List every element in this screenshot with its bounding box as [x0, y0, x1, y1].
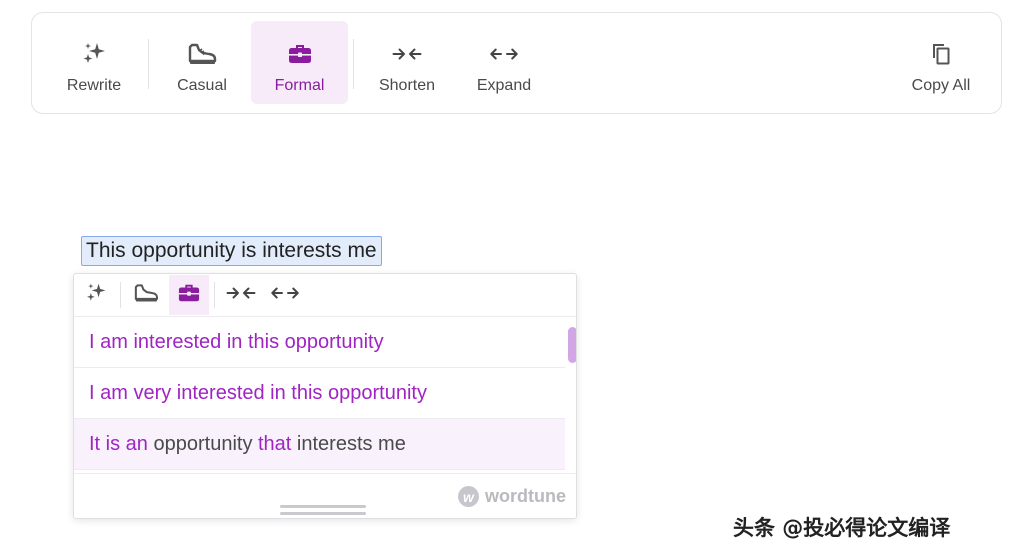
suggestion-changed-text: that	[258, 433, 292, 455]
suggestion-item[interactable]: I am very interested in this opportunity	[74, 368, 565, 419]
suggestion-list: I am interested in this opportunity I am…	[74, 317, 565, 472]
suggestion-item[interactable]: It is an opportunity that interests me	[74, 419, 565, 470]
copy-all-label: Copy All	[911, 77, 971, 94]
scrollbar[interactable]	[565, 317, 576, 472]
popup-footer: w wordtune	[74, 473, 576, 518]
sparkles-icon	[84, 281, 108, 310]
popup-formal-button[interactable]	[169, 275, 209, 315]
suggestion-text: I am interested in this opportunity	[89, 331, 384, 353]
expand-label: Expand	[476, 77, 532, 94]
divider	[214, 282, 215, 308]
wordtune-brand: w wordtune	[458, 486, 566, 507]
selected-text[interactable]: This opportunity is interests me	[81, 236, 382, 266]
popup-expand-button[interactable]	[265, 275, 305, 315]
shorten-arrows-icon	[392, 39, 422, 69]
rewrite-label: Rewrite	[66, 77, 122, 94]
formal-label: Formal	[274, 77, 325, 94]
scrollbar-thumb[interactable]	[568, 327, 576, 363]
formal-button[interactable]: Formal	[251, 21, 348, 104]
divider	[120, 282, 121, 308]
copy-icon	[926, 39, 956, 69]
suggestion-item[interactable]: I am interested in this opportunity	[74, 317, 565, 368]
expand-arrows-icon	[489, 39, 519, 69]
suggestion-text: I am very interested in this opportunity	[89, 382, 427, 404]
expand-arrows-icon	[270, 284, 300, 307]
casual-label: Casual	[177, 77, 227, 94]
sneaker-icon	[133, 282, 159, 309]
shorten-arrows-icon	[226, 284, 256, 307]
popup-rewrite-button[interactable]	[76, 275, 116, 315]
briefcase-icon	[177, 282, 201, 309]
rewrite-toolbar: Rewrite Casual Formal Shorten Expand Cop…	[31, 12, 1002, 114]
expand-button[interactable]: Expand	[461, 21, 547, 104]
shorten-button[interactable]: Shorten	[364, 21, 450, 104]
sparkles-icon	[79, 39, 109, 69]
resize-handle[interactable]	[280, 505, 366, 508]
resize-handle[interactable]	[280, 512, 366, 515]
rewrite-button[interactable]: Rewrite	[51, 21, 137, 104]
copy-all-button[interactable]: Copy All	[898, 21, 984, 104]
wordtune-logo-icon: w	[458, 486, 479, 507]
watermark: 头条 @投必得论文编译	[733, 516, 951, 540]
popup-shorten-button[interactable]	[221, 275, 261, 315]
brand-name: wordtune	[485, 486, 566, 506]
suggestion-kept-text: interests me	[291, 433, 406, 455]
briefcase-icon	[285, 39, 315, 69]
suggestion-kept-text: opportunity	[153, 433, 258, 455]
popup-casual-button[interactable]	[126, 275, 166, 315]
divider	[353, 39, 354, 89]
casual-button[interactable]: Casual	[158, 21, 246, 104]
sneaker-icon	[187, 39, 217, 69]
popup-toolbar	[74, 274, 576, 317]
shorten-label: Shorten	[378, 77, 436, 94]
divider	[148, 39, 149, 89]
suggestion-popup: I am interested in this opportunity I am…	[73, 273, 577, 519]
suggestion-changed-text: It is an	[89, 433, 154, 455]
